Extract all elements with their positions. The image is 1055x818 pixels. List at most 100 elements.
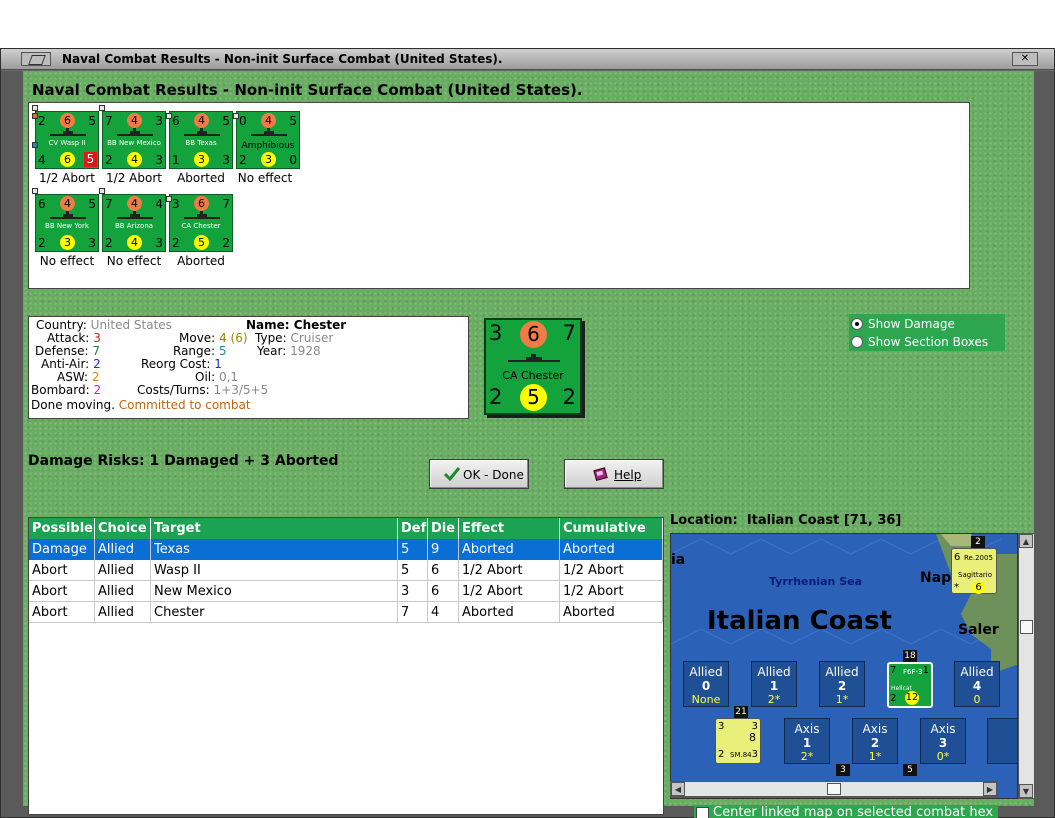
counter-name: Amphibious	[241, 141, 295, 151]
map-unit-re2005[interactable]: 6 Re.2005 Sagittario * 6	[951, 548, 997, 594]
close-icon[interactable]: ✕	[1012, 52, 1038, 66]
scroll-left-icon[interactable]: ◀	[671, 782, 685, 796]
cell-choice: Allied	[95, 581, 151, 602]
counter-move-bottom: 2	[222, 236, 230, 250]
scroll-up-icon[interactable]: ▲	[1019, 534, 1033, 548]
counter-defense: 2	[172, 236, 180, 250]
center-linked-map-option[interactable]: Center linked map on selected combat hex	[694, 805, 998, 818]
counter-value: 1	[922, 665, 929, 676]
column-header-possible[interactable]: Possible	[29, 518, 95, 539]
allied-section-box-2[interactable]: Allied 2 1*	[819, 661, 865, 707]
unit-counter-chester[interactable]: 3 6 7 CA Chester 2 5 2	[166, 194, 233, 252]
counter-defense: 2	[105, 236, 113, 250]
name-value: Chester	[293, 318, 347, 332]
allied-section-box-1[interactable]: Allied 1 2*	[751, 661, 797, 707]
allied-section-box-0[interactable]: Allied 0 None	[683, 661, 729, 707]
right-frame	[1032, 71, 1054, 806]
column-header-def[interactable]: Def	[398, 518, 428, 539]
cell-choice: Allied	[95, 539, 151, 560]
counter-defense: 2	[489, 385, 503, 409]
unit-counter-new-mexico[interactable]: 7 4 3 BB New Mexico 2 4 3	[99, 105, 166, 169]
map-unit-sm84[interactable]: 3 3 8 2 SM.84 3	[715, 718, 761, 764]
location-label-text: Location:	[670, 513, 738, 528]
stack-count-badge: 5	[903, 764, 917, 776]
counter-attack: 3	[489, 321, 503, 345]
cell-die: 4	[428, 602, 459, 623]
ship-silhouette-icon	[117, 128, 153, 136]
costs-label: Costs/Turns:	[137, 383, 210, 397]
column-header-target[interactable]: Target	[151, 518, 398, 539]
axis-section-box-3[interactable]: Axis 3 0*	[920, 718, 966, 764]
cell-possible: Abort	[29, 560, 95, 581]
table-row[interactable]: Abort Allied Chester 7 4 Aborted Aborted	[29, 602, 663, 623]
range-value: 5	[218, 344, 227, 358]
linked-map-view[interactable]: ia Tyrrhenian Sea Napl Italian Coast Sal…	[670, 533, 1018, 799]
counter-move: 3	[155, 114, 163, 128]
allied-section-box-4[interactable]: Allied 4 0	[954, 661, 1000, 707]
show-damage-radio[interactable]	[851, 318, 863, 330]
cell-cumulative: 1/2 Abort	[560, 560, 663, 581]
axis-section-box-2[interactable]: Axis 2 1*	[852, 718, 898, 764]
scroll-down-icon[interactable]: ▼	[1019, 784, 1033, 798]
title-bar[interactable]: Naval Combat Results - Non-init Surface …	[1, 49, 1054, 70]
ship-silhouette-icon	[184, 128, 220, 136]
counter-move: 5	[222, 114, 230, 128]
axis-section-box-1[interactable]: Axis 1 2*	[784, 718, 830, 764]
system-menu-icon[interactable]	[21, 52, 51, 66]
counter-attack: 3	[172, 197, 180, 211]
cell-choice: Allied	[95, 602, 151, 623]
unit-result-label: Aborted	[177, 171, 225, 185]
ok-done-button[interactable]: OK - Done	[429, 459, 529, 489]
ship-silhouette-icon	[251, 128, 287, 136]
section-value: None	[691, 693, 721, 706]
cell-die: 9	[428, 539, 459, 560]
column-header-cumulative[interactable]: Cumulative	[560, 518, 663, 539]
counter-move-bottom: 3	[155, 236, 163, 250]
counter-range: 3	[60, 235, 75, 250]
unit-counter-arizona[interactable]: 7 4 4 BB Arizona 2 4 3	[99, 188, 166, 252]
axis-label: Axis	[862, 722, 888, 736]
location-label: Location: Italian Coast [71, 36]	[670, 513, 901, 528]
attack-value: 3	[93, 331, 101, 345]
help-button[interactable]: Help	[564, 459, 664, 489]
counter-range: 6	[60, 152, 75, 167]
table-header: Possible Choice Target Def Die Effect Cu…	[29, 518, 663, 539]
counter-move: 5	[88, 197, 96, 211]
bombard-value: 2	[93, 383, 102, 397]
counter-move: 7	[222, 197, 230, 211]
unit-counter-amphibious[interactable]: 0 4 5 Amphibious 2 3 0	[233, 111, 300, 169]
axis-section-box-partial[interactable]	[987, 718, 1017, 764]
map-unit-f6f3[interactable]: 7 F6F-3 1 Hellcat 2 12	[887, 662, 933, 708]
counter-attack: 7	[105, 197, 113, 211]
counter-aa: 4	[60, 196, 75, 211]
column-header-choice[interactable]: Choice	[95, 518, 151, 539]
cell-target: New Mexico	[151, 581, 398, 602]
allied-label: Allied	[757, 665, 791, 679]
column-header-effect[interactable]: Effect	[459, 518, 560, 539]
table-row[interactable]: Abort Allied New Mexico 3 6 1/2 Abort 1/…	[29, 581, 663, 602]
scroll-thumb[interactable]	[827, 783, 841, 795]
reorg-label: Reorg Cost:	[141, 357, 211, 371]
cell-target: Chester	[151, 602, 398, 623]
scroll-right-icon[interactable]: ▶	[983, 782, 997, 796]
column-header-die[interactable]: Die	[428, 518, 459, 539]
table-row[interactable]: Damage Allied Texas 5 9 Aborted Aborted	[29, 539, 663, 560]
section-number: 4	[972, 679, 982, 693]
map-vertical-scrollbar[interactable]: ▲ ▼	[1018, 533, 1035, 799]
counter-aa: 6	[194, 196, 209, 211]
counter-aa: 4	[127, 196, 142, 211]
map-horizontal-scrollbar[interactable]: ◀ ▶	[670, 781, 998, 797]
cell-choice: Allied	[95, 560, 151, 581]
unit-counter-new-york[interactable]: 6 4 5 BB New York 2 3 3	[32, 188, 99, 252]
selected-unit-counter[interactable]: 3 6 7 CA Chester 2 5 2	[484, 318, 582, 415]
counter-attack: 7	[105, 114, 113, 128]
status-marker-icon	[32, 105, 38, 111]
table-row[interactable]: Abort Allied Wasp II 5 6 1/2 Abort 1/2 A…	[29, 560, 663, 581]
oil-label: Oil:	[195, 370, 216, 384]
unit-counter-wasp[interactable]: 2 6 5 CV Wasp II 4 6 5	[32, 105, 99, 169]
center-linked-map-checkbox[interactable]	[696, 807, 709, 818]
show-section-boxes-radio[interactable]	[851, 336, 863, 348]
scroll-thumb[interactable]	[1020, 620, 1033, 634]
counter-move: 4	[155, 197, 163, 211]
unit-counter-texas[interactable]: 6 4 5 BB Texas 1 3 3	[166, 111, 233, 169]
